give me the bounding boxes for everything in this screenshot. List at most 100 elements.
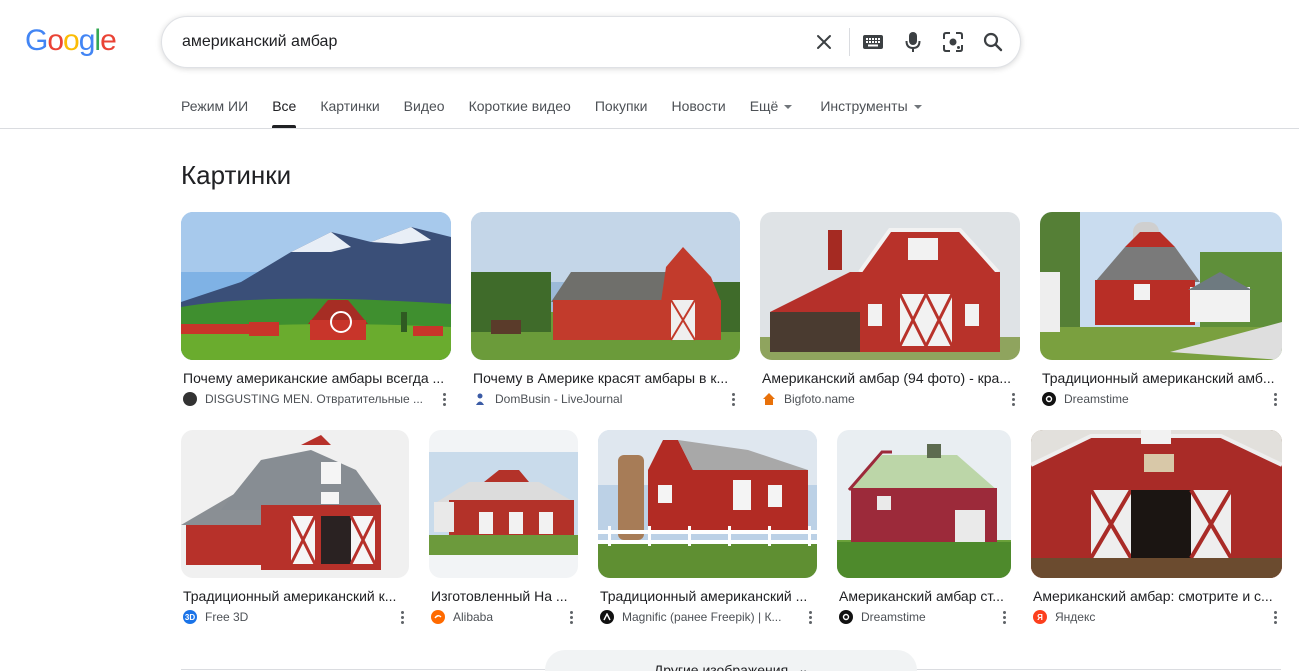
image-source[interactable]: 3D Free 3D bbox=[181, 609, 409, 625]
image-title[interactable]: Изготовленный На ... bbox=[429, 588, 578, 604]
logo-letter: g bbox=[78, 24, 96, 57]
image-thumbnail[interactable] bbox=[1031, 430, 1282, 578]
more-options-icon[interactable] bbox=[564, 610, 578, 624]
more-options-icon[interactable] bbox=[1006, 392, 1020, 406]
tab-label: Все bbox=[272, 98, 297, 114]
more-options-icon[interactable] bbox=[395, 610, 409, 624]
image-result[interactable]: Американский амбар (94 фото) - кра... Bi… bbox=[760, 212, 1020, 407]
image-thumbnail[interactable] bbox=[181, 212, 451, 360]
image-thumbnail[interactable] bbox=[760, 212, 1020, 360]
image-thumbnail[interactable] bbox=[471, 212, 740, 360]
search-input[interactable] bbox=[182, 17, 782, 67]
tab-all[interactable]: Все bbox=[272, 98, 297, 128]
tabs-divider bbox=[0, 128, 1299, 129]
source-name: DomBusin - LiveJournal bbox=[495, 392, 623, 406]
tab-label: Короткие видео bbox=[468, 98, 571, 114]
image-source[interactable]: Alibaba bbox=[429, 609, 578, 625]
logo-letter: o bbox=[63, 24, 80, 57]
search-divider bbox=[849, 28, 850, 56]
more-options-icon[interactable] bbox=[803, 610, 817, 624]
source-name: Яндекс bbox=[1055, 610, 1096, 624]
more-options-icon[interactable] bbox=[1268, 610, 1282, 624]
image-source[interactable]: DomBusin - LiveJournal bbox=[471, 391, 740, 407]
image-result[interactable]: Изготовленный На ... Alibaba bbox=[429, 430, 578, 625]
image-result[interactable]: Традиционный американский амб... Dreamst… bbox=[1040, 212, 1282, 407]
tab-label: Инструменты bbox=[820, 98, 908, 114]
chevron-down-icon bbox=[913, 105, 922, 109]
image-thumbnail[interactable] bbox=[181, 430, 409, 578]
search-tabs: Режим ИИ Все Картинки Видео Короткие вид… bbox=[181, 98, 946, 128]
image-title[interactable]: Почему в Америке красят амбары в к... bbox=[471, 370, 740, 386]
free3d-icon: 3D bbox=[183, 610, 197, 624]
image-source[interactable]: DISGUSTING MEN. Отвратительные ... bbox=[181, 391, 451, 407]
logo-letter: e bbox=[100, 24, 117, 57]
alibaba-icon bbox=[431, 610, 445, 624]
yandex-icon: Я bbox=[1033, 610, 1047, 624]
clear-icon[interactable] bbox=[812, 30, 836, 54]
image-thumbnail[interactable] bbox=[837, 430, 1011, 578]
tab-shopping[interactable]: Покупки bbox=[595, 98, 648, 128]
image-result[interactable]: Почему американские амбары всегда ... DI… bbox=[181, 212, 451, 407]
magnific-icon bbox=[600, 610, 614, 624]
tab-short-videos[interactable]: Короткие видео bbox=[469, 98, 571, 128]
image-title[interactable]: Традиционный американский к... bbox=[181, 588, 409, 604]
image-thumbnail[interactable] bbox=[429, 430, 578, 578]
tab-tools[interactable]: Инструменты bbox=[820, 98, 922, 128]
image-source[interactable]: Dreamstime bbox=[1040, 391, 1282, 407]
logo-letter: G bbox=[25, 24, 48, 57]
image-title[interactable]: Американский амбар: смотрите и с... bbox=[1031, 588, 1282, 604]
tab-news[interactable]: Новости bbox=[671, 98, 725, 128]
image-thumbnail[interactable] bbox=[1040, 212, 1282, 360]
image-source[interactable]: Я Яндекс bbox=[1031, 609, 1282, 625]
image-title[interactable]: Традиционный американский ... bbox=[598, 588, 817, 604]
source-name: Dreamstime bbox=[1064, 392, 1129, 406]
dreamstime-icon bbox=[1042, 392, 1056, 406]
camera-lens-icon[interactable] bbox=[941, 30, 965, 54]
image-source[interactable]: Magnific (ранее Freepik) | К... bbox=[598, 609, 817, 625]
tab-label: Видео bbox=[403, 98, 445, 114]
more-options-icon[interactable] bbox=[1268, 392, 1282, 406]
tab-label: Режим ИИ bbox=[181, 98, 249, 114]
image-result[interactable]: Почему в Америке красят амбары в к... Do… bbox=[471, 212, 740, 407]
tab-label: Ещё bbox=[749, 98, 779, 114]
more-options-icon[interactable] bbox=[997, 610, 1011, 624]
face-icon bbox=[183, 392, 197, 406]
source-name: Bigfoto.name bbox=[784, 392, 855, 406]
image-result[interactable]: Американский амбар ст... Dreamstime bbox=[837, 430, 1011, 625]
tab-label: Картинки bbox=[320, 98, 380, 114]
more-options-icon[interactable] bbox=[726, 392, 740, 406]
search-box bbox=[161, 16, 1021, 68]
tab-more[interactable]: Ещё bbox=[750, 98, 793, 128]
image-result[interactable]: Традиционный американский ... Magnific (… bbox=[598, 430, 817, 625]
more-images-button[interactable]: Другие изображения ⌄ bbox=[545, 650, 917, 671]
tab-label: Новости bbox=[671, 98, 726, 114]
image-source[interactable]: Bigfoto.name bbox=[760, 391, 1020, 407]
source-name: Dreamstime bbox=[861, 610, 926, 624]
house-icon bbox=[762, 392, 776, 406]
source-name: DISGUSTING MEN. Отвратительные ... bbox=[205, 392, 423, 406]
microphone-icon[interactable] bbox=[901, 30, 925, 54]
tab-label: Покупки bbox=[594, 98, 648, 114]
google-logo[interactable]: Google bbox=[25, 24, 117, 57]
image-title[interactable]: Американский амбар ст... bbox=[837, 588, 1011, 604]
tab-images[interactable]: Картинки bbox=[320, 98, 379, 128]
image-source[interactable]: Dreamstime bbox=[837, 609, 1011, 625]
image-result[interactable]: Американский амбар: смотрите и с... Я Ян… bbox=[1031, 430, 1282, 625]
image-result[interactable]: Традиционный американский к... 3D Free 3… bbox=[181, 430, 409, 625]
image-title[interactable]: Традиционный американский амб... bbox=[1040, 370, 1282, 386]
dreamstime-icon bbox=[839, 610, 853, 624]
logo-letter: o bbox=[47, 24, 64, 57]
search-icon[interactable] bbox=[981, 30, 1005, 54]
image-title[interactable]: Почему американские амбары всегда ... bbox=[181, 370, 451, 386]
section-title: Картинки bbox=[181, 160, 292, 190]
image-thumbnail[interactable] bbox=[598, 430, 817, 578]
tab-ai-mode[interactable]: Режим ИИ bbox=[181, 98, 248, 128]
tab-videos[interactable]: Видео bbox=[404, 98, 445, 128]
source-name: Magnific (ранее Freepik) | К... bbox=[622, 610, 782, 624]
source-name: Alibaba bbox=[453, 610, 494, 624]
more-options-icon[interactable] bbox=[437, 392, 451, 406]
more-images-label: Другие изображения bbox=[653, 662, 789, 671]
person-icon bbox=[473, 392, 487, 406]
keyboard-icon[interactable] bbox=[861, 30, 885, 54]
image-title[interactable]: Американский амбар (94 фото) - кра... bbox=[760, 370, 1020, 386]
